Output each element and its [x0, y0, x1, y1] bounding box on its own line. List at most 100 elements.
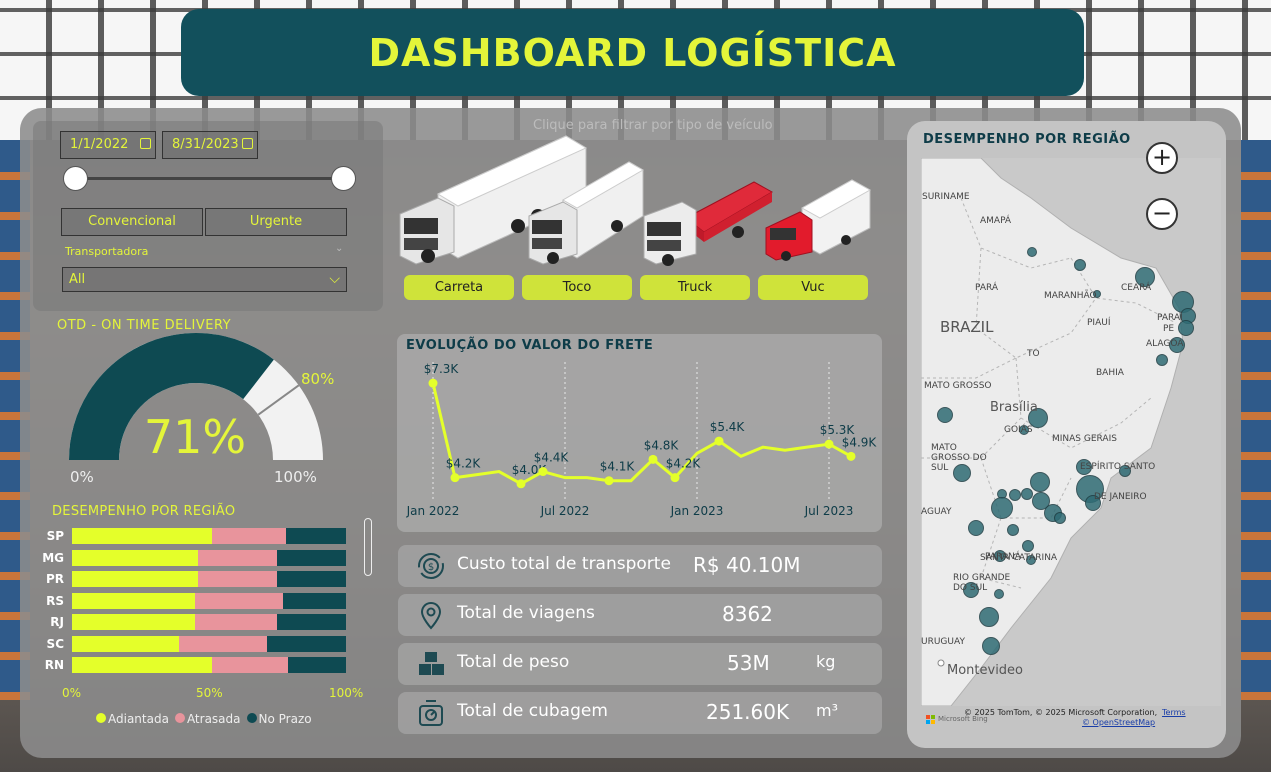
chart-point[interactable]	[648, 454, 658, 464]
map-bubble[interactable]	[1022, 540, 1034, 552]
vuc-truck-icon[interactable]	[764, 178, 872, 262]
scale-icon	[419, 700, 443, 726]
map-bubble[interactable]	[1030, 472, 1050, 492]
map-place-label: URUGUAY	[921, 637, 965, 647]
region-bar-row[interactable]: RJ	[40, 614, 346, 630]
chart-point[interactable]	[846, 451, 856, 461]
start-date-input[interactable]: 1/1/2022	[60, 131, 156, 159]
region-bar-label: RJ	[50, 615, 64, 629]
calendar-icon[interactable]	[140, 138, 151, 149]
bar-segment-no-prazo[interactable]	[266, 635, 346, 652]
legend-item-adiantada: Adiantada	[96, 712, 169, 726]
chart-point[interactable]	[450, 473, 460, 483]
map-bubble[interactable]	[1156, 354, 1168, 366]
map-bubble[interactable]	[1027, 247, 1037, 257]
region-bar[interactable]	[72, 549, 346, 566]
region-bar[interactable]	[72, 657, 346, 673]
slider-end-handle[interactable]	[331, 166, 356, 191]
vehicle-toco-button[interactable]: Toco	[522, 275, 632, 300]
bar-segment-atrasada[interactable]	[195, 592, 283, 609]
map-terms-link[interactable]: Terms	[1162, 708, 1186, 717]
bar-segment-no-prazo[interactable]	[277, 571, 346, 587]
region-bar-row[interactable]: PR	[40, 571, 346, 587]
map-bubble[interactable]	[937, 407, 953, 423]
date-range-slider[interactable]	[76, 177, 344, 180]
map-place-label: PE	[1163, 324, 1175, 334]
bar-segment-adiantada[interactable]	[72, 549, 199, 566]
region-bar-row[interactable]: RN	[40, 657, 346, 673]
map-osm-link[interactable]: © OpenStreetMap	[1082, 718, 1155, 727]
region-bar[interactable]	[72, 571, 346, 587]
carrier-dropdown[interactable]: All ⌵	[62, 267, 347, 292]
carrier-label: Transportadora	[65, 245, 149, 258]
chart-point[interactable]	[670, 473, 680, 483]
bar-segment-no-prazo[interactable]	[282, 592, 346, 609]
map-bubble[interactable]	[968, 520, 984, 536]
bar-segment-atrasada[interactable]	[178, 635, 267, 652]
map-bubble[interactable]	[982, 637, 1000, 655]
bar-segment-no-prazo[interactable]	[288, 657, 346, 673]
chart-point[interactable]	[516, 479, 526, 489]
chart-tick-label: Jul 2022	[540, 504, 590, 518]
map-bubble[interactable]	[991, 497, 1013, 519]
bar-segment-adiantada[interactable]	[72, 635, 179, 652]
chevron-down-icon[interactable]: ⌵	[329, 268, 340, 291]
bar-segment-adiantada[interactable]	[72, 528, 212, 544]
vehicle-vuc-button[interactable]: Vuc	[758, 275, 868, 300]
bar-segment-atrasada[interactable]	[198, 549, 278, 566]
zoom-in-button[interactable]: +	[1146, 142, 1178, 174]
map-place-label: MATO GROSSO	[924, 381, 992, 391]
region-bar-row[interactable]: RS	[40, 592, 346, 609]
region-bar[interactable]	[72, 592, 346, 609]
map-bubble[interactable]	[1054, 512, 1066, 524]
vehicle-truck-button[interactable]: Truck	[640, 275, 750, 300]
kpi-value: 251.60K	[706, 700, 790, 724]
region-bar-row[interactable]: SC	[40, 635, 346, 652]
map-bubble[interactable]	[979, 607, 999, 627]
region-bar-row[interactable]: MG	[40, 549, 346, 566]
end-date-input[interactable]: 8/31/2023	[162, 131, 258, 159]
chart-point[interactable]	[824, 439, 834, 449]
region-scrollbar[interactable]	[364, 518, 372, 576]
region-bar[interactable]	[72, 614, 346, 630]
bar-segment-atrasada[interactable]	[198, 571, 278, 587]
bar-segment-adiantada[interactable]	[72, 571, 199, 587]
legend-item-atrasada: Atrasada	[174, 712, 241, 726]
bar-segment-adiantada[interactable]	[72, 592, 196, 609]
zoom-out-button[interactable]: −	[1146, 198, 1178, 230]
region-bar-row[interactable]: SP	[40, 528, 346, 544]
toco-truck-icon[interactable]	[527, 160, 645, 266]
map-bubble[interactable]	[1074, 259, 1086, 271]
bar-segment-atrasada[interactable]	[195, 614, 278, 630]
map-place-label: MATO GROSSO DO SUL	[931, 443, 987, 473]
bar-segment-no-prazo[interactable]	[285, 528, 346, 544]
brazil-map[interactable]	[921, 158, 1221, 706]
bar-segment-no-prazo[interactable]	[277, 614, 346, 630]
chart-point[interactable]	[538, 467, 548, 477]
truck-truck-icon[interactable]	[642, 180, 774, 266]
map-place-label: BRAZIL	[940, 318, 994, 336]
slider-start-handle[interactable]	[63, 166, 88, 191]
kpi-value: R$ 40.10M	[693, 553, 801, 577]
bar-segment-adiantada[interactable]	[72, 657, 212, 673]
type-urgente-button[interactable]: Urgente	[205, 208, 347, 236]
kpi-label: Custo total de transporte	[457, 554, 671, 574]
chevron-down-icon[interactable]: ⌄	[335, 243, 343, 254]
region-bar[interactable]	[72, 528, 346, 544]
vehicle-carreta-button[interactable]: Carreta	[404, 275, 514, 300]
bar-segment-atrasada[interactable]	[211, 657, 289, 673]
chart-point[interactable]	[714, 436, 724, 446]
end-date-value: 8/31/2023	[172, 137, 239, 152]
region-axis-label: 50%	[196, 686, 223, 700]
bar-segment-atrasada[interactable]	[211, 528, 286, 544]
bar-segment-no-prazo[interactable]	[277, 549, 346, 566]
chart-point[interactable]	[604, 476, 614, 486]
region-bar[interactable]	[72, 635, 346, 652]
chart-point[interactable]	[428, 378, 438, 388]
otd-target-label: 80%	[301, 370, 335, 388]
map-bubble[interactable]	[1009, 489, 1021, 501]
calendar-icon[interactable]	[242, 138, 253, 149]
map-bubble[interactable]	[1007, 524, 1019, 536]
type-convencional-button[interactable]: Convencional	[61, 208, 203, 236]
bar-segment-adiantada[interactable]	[72, 614, 196, 630]
